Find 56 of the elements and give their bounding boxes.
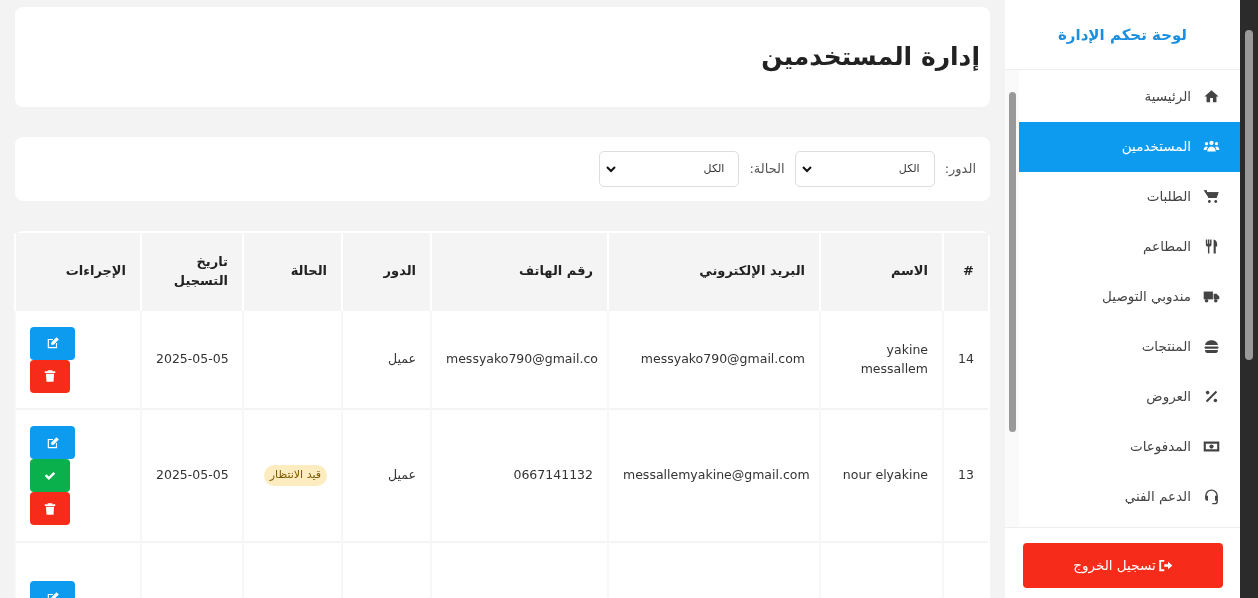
table-cell: yakine messallem (860, 341, 928, 376)
burger-icon (1203, 338, 1220, 355)
home-icon (1203, 88, 1220, 105)
table-cell: عميل (388, 467, 416, 483)
edit-icon (45, 435, 60, 450)
filter-label: الدور: (944, 160, 976, 179)
column-header: الحالة (290, 263, 327, 279)
filter-select[interactable]: الكل (794, 151, 935, 187)
column-header: # (963, 263, 974, 279)
sidebar-item[interactable]: المطاعم (1019, 221, 1240, 272)
sidebar-item[interactable]: الرئيسية (1019, 71, 1240, 122)
sidebar-item[interactable]: المدفوعات (1019, 421, 1240, 472)
edit-icon (45, 336, 60, 350)
column-header: البريد الإلكتروني (699, 263, 805, 279)
column-header: الاسم (890, 263, 928, 279)
table-cell: 2025-05-05 (156, 467, 229, 483)
trash-icon (43, 501, 57, 516)
table-cell: 2025-05-05 (156, 351, 229, 367)
table-cell: 14 (958, 351, 974, 367)
sidebar-item[interactable]: المنتجات (1019, 321, 1240, 372)
column-header: الإجراءات (65, 263, 126, 279)
table-cell: عميل (388, 351, 416, 367)
column-header: الدور (383, 263, 416, 279)
filter-label: الحالة: (749, 160, 785, 179)
sidebar-scrollbar[interactable] (1005, 69, 1019, 527)
sidebar-item[interactable]: الدعم الفني (1019, 471, 1240, 522)
logout-button[interactable]: تسجيل الخروج (1023, 543, 1223, 588)
sidebar-item[interactable]: مندوبي التوصيل (1019, 271, 1240, 322)
sidebar-item[interactable]: العروض (1019, 371, 1240, 422)
page-scrollbar[interactable] (1240, 0, 1258, 598)
column-header: رقم الهاتف (519, 263, 593, 279)
sidebar-item[interactable]: الطلبات (1019, 171, 1240, 222)
edit-button[interactable] (30, 326, 75, 360)
column-header: تاريخ التسجيل (173, 253, 228, 288)
fork-knife-icon (1203, 238, 1220, 255)
table-cell: messyako790@gmail.co (446, 351, 598, 367)
table-cell: messyako790@gmail.com (640, 351, 805, 367)
headset-icon (1203, 488, 1220, 505)
table-cell: nour elyakine (842, 467, 928, 483)
approve-button[interactable] (30, 459, 70, 492)
status-badge: قيد الانتظار (263, 465, 327, 486)
delete-button[interactable] (30, 492, 70, 525)
exit-arrow-icon (1157, 558, 1173, 573)
table-cell: 13 (958, 467, 974, 483)
table-cell: 0667141132 (513, 467, 593, 483)
percent-icon (1203, 388, 1220, 405)
chevron-down-icon (606, 164, 617, 174)
chevron-down-icon (801, 164, 812, 174)
edit-button[interactable] (30, 426, 75, 459)
delete-button[interactable] (30, 359, 70, 393)
page-title: إدارة المستخدمين (760, 41, 981, 74)
table-cell: messallemyakine@gmail.com (623, 467, 810, 483)
filter-select[interactable]: الكل (599, 151, 740, 187)
trash-icon (43, 369, 57, 383)
sidebar-title: لوحة تحكم الإدارة (1005, 0, 1240, 70)
cart-icon (1203, 188, 1220, 205)
